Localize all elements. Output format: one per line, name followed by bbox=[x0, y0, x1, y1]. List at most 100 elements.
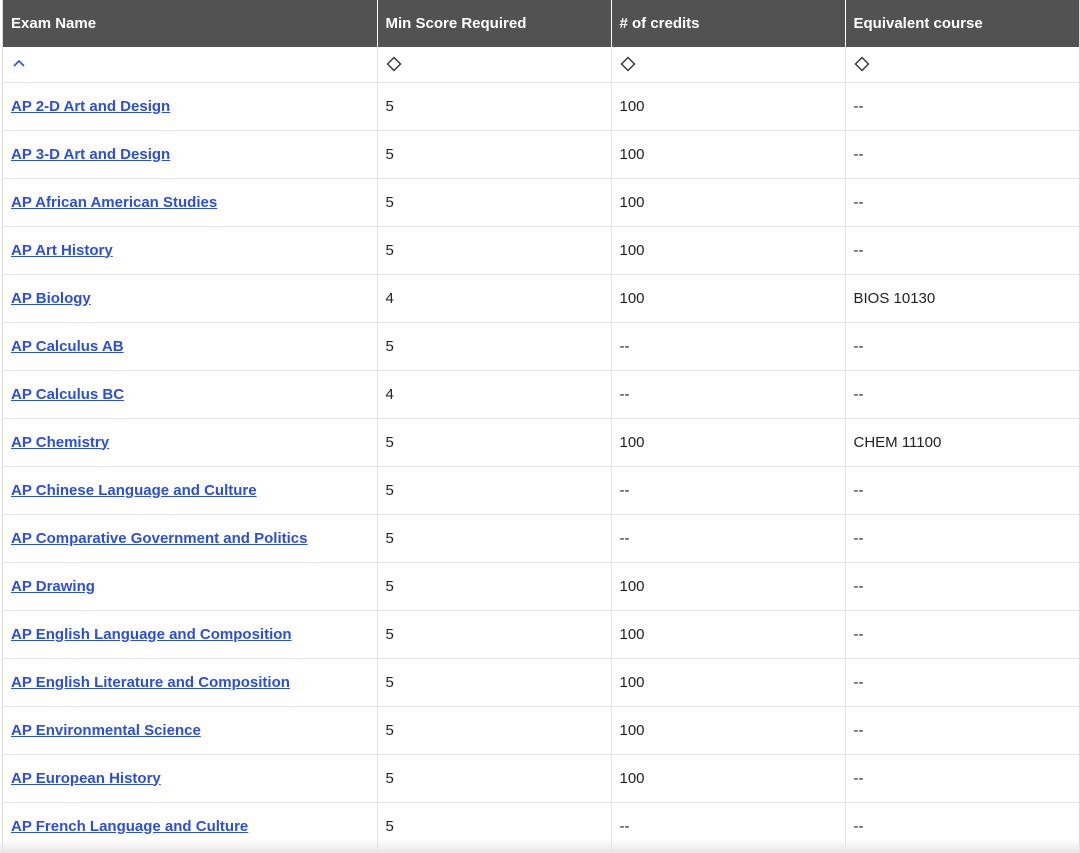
sort-cell-exam-name bbox=[3, 47, 378, 83]
equivalent-course-cell: CHEM 11100 bbox=[845, 418, 1079, 467]
column-header-credits: # of credits bbox=[611, 0, 846, 47]
exam-name-cell: AP Chemistry bbox=[3, 418, 378, 467]
equivalent-course-cell: -- bbox=[845, 658, 1079, 707]
credits-cell: 100 bbox=[611, 178, 846, 227]
exam-name-cell: AP Drawing bbox=[3, 562, 378, 611]
sort-icon[interactable] bbox=[386, 56, 402, 72]
min-score-cell: 5 bbox=[377, 466, 612, 515]
credits-cell: -- bbox=[611, 802, 846, 851]
exam-link[interactable]: AP Calculus AB bbox=[11, 338, 124, 355]
exam-link[interactable]: AP Chemistry bbox=[11, 434, 109, 451]
table-row: AP French Language and Culture 5 -- -- bbox=[3, 802, 1079, 851]
exam-link[interactable]: AP English Literature and Composition bbox=[11, 674, 290, 691]
exam-link[interactable]: AP 3-D Art and Design bbox=[11, 146, 170, 163]
exam-link[interactable]: AP Calculus BC bbox=[11, 386, 124, 403]
min-score-cell: 4 bbox=[377, 370, 612, 419]
min-score-cell: 5 bbox=[377, 754, 612, 803]
exam-name-cell: AP Calculus AB bbox=[3, 322, 378, 371]
sort-cell-equivalent-course bbox=[845, 47, 1079, 83]
exam-credit-table: Exam Name Min Score Required # of credit… bbox=[3, 0, 1079, 851]
credits-cell: 100 bbox=[611, 610, 846, 659]
exam-link[interactable]: AP Biology bbox=[11, 290, 91, 307]
exam-link[interactable]: AP French Language and Culture bbox=[11, 818, 248, 835]
min-score-cell: 5 bbox=[377, 802, 612, 851]
column-header-exam-name: Exam Name bbox=[3, 0, 378, 47]
credits-cell: 100 bbox=[611, 562, 846, 611]
exam-link[interactable]: AP 2-D Art and Design bbox=[11, 98, 170, 115]
min-score-cell: 5 bbox=[377, 82, 612, 131]
exam-name-cell: AP 2-D Art and Design bbox=[3, 82, 378, 131]
equivalent-course-cell: -- bbox=[845, 610, 1079, 659]
exam-link[interactable]: AP Drawing bbox=[11, 578, 95, 595]
table-row: AP Chinese Language and Culture 5 -- -- bbox=[3, 466, 1079, 515]
equivalent-course-cell: -- bbox=[845, 178, 1079, 227]
sort-cell-min-score bbox=[377, 47, 612, 83]
equivalent-course-cell: -- bbox=[845, 562, 1079, 611]
sort-cell-credits bbox=[611, 47, 846, 83]
min-score-cell: 5 bbox=[377, 658, 612, 707]
exam-name-cell: AP European History bbox=[3, 754, 378, 803]
credits-cell: -- bbox=[611, 322, 846, 371]
exam-name-cell: AP 3-D Art and Design bbox=[3, 130, 378, 179]
exam-link[interactable]: AP Comparative Government and Politics bbox=[11, 530, 307, 547]
sort-icon[interactable] bbox=[854, 56, 870, 72]
min-score-cell: 5 bbox=[377, 562, 612, 611]
credits-cell: 100 bbox=[611, 418, 846, 467]
exam-link[interactable]: AP English Language and Composition bbox=[11, 626, 292, 643]
exam-name-cell: AP Biology bbox=[3, 274, 378, 323]
sort-icon[interactable] bbox=[620, 56, 636, 72]
column-header-min-score: Min Score Required bbox=[377, 0, 612, 47]
chevron-up-icon[interactable] bbox=[11, 56, 27, 72]
exam-name-cell: AP Chinese Language and Culture bbox=[3, 466, 378, 515]
exam-name-cell: AP French Language and Culture bbox=[3, 802, 378, 851]
equivalent-course-cell: -- bbox=[845, 706, 1079, 755]
min-score-cell: 5 bbox=[377, 610, 612, 659]
exam-name-cell: AP Calculus BC bbox=[3, 370, 378, 419]
column-header-equivalent-course: Equivalent course bbox=[845, 0, 1079, 47]
credits-cell: 100 bbox=[611, 658, 846, 707]
table-row: AP Chemistry 5 100 CHEM 11100 bbox=[3, 418, 1079, 467]
exam-name-cell: AP Comparative Government and Politics bbox=[3, 514, 378, 563]
equivalent-course-cell: -- bbox=[845, 130, 1079, 179]
sort-controls-row bbox=[3, 47, 1079, 83]
equivalent-course-cell: -- bbox=[845, 226, 1079, 275]
exam-name-cell: AP Art History bbox=[3, 226, 378, 275]
equivalent-course-cell: -- bbox=[845, 82, 1079, 131]
table-row: AP Calculus AB 5 -- -- bbox=[3, 322, 1079, 371]
min-score-cell: 5 bbox=[377, 130, 612, 179]
exam-link[interactable]: AP Art History bbox=[11, 242, 113, 259]
min-score-cell: 5 bbox=[377, 226, 612, 275]
credits-cell: 100 bbox=[611, 82, 846, 131]
equivalent-course-cell: BIOS 10130 bbox=[845, 274, 1079, 323]
credits-cell: 100 bbox=[611, 226, 846, 275]
exam-link[interactable]: AP African American Studies bbox=[11, 194, 217, 211]
table-row: AP English Language and Composition 5 10… bbox=[3, 610, 1079, 659]
table-row: AP Biology 4 100 BIOS 10130 bbox=[3, 274, 1079, 323]
exam-link[interactable]: AP European History bbox=[11, 770, 161, 787]
equivalent-course-cell: -- bbox=[845, 754, 1079, 803]
min-score-cell: 5 bbox=[377, 514, 612, 563]
exam-credit-table-container: Exam Name Min Score Required # of credit… bbox=[2, 0, 1080, 853]
credits-cell: -- bbox=[611, 514, 846, 563]
equivalent-course-cell: -- bbox=[845, 370, 1079, 419]
table-row: AP 2-D Art and Design 5 100 -- bbox=[3, 82, 1079, 131]
exam-link[interactable]: AP Chinese Language and Culture bbox=[11, 482, 257, 499]
equivalent-course-cell: -- bbox=[845, 802, 1079, 851]
table-row: AP Calculus BC 4 -- -- bbox=[3, 370, 1079, 419]
min-score-cell: 4 bbox=[377, 274, 612, 323]
table-row: AP Art History 5 100 -- bbox=[3, 226, 1079, 275]
table-row: AP Environmental Science 5 100 -- bbox=[3, 706, 1079, 755]
table-row: AP African American Studies 5 100 -- bbox=[3, 178, 1079, 227]
credits-cell: 100 bbox=[611, 130, 846, 179]
exam-name-cell: AP English Literature and Composition bbox=[3, 658, 378, 707]
min-score-cell: 5 bbox=[377, 418, 612, 467]
equivalent-course-cell: -- bbox=[845, 466, 1079, 515]
min-score-cell: 5 bbox=[377, 706, 612, 755]
table-row: AP 3-D Art and Design 5 100 -- bbox=[3, 130, 1079, 179]
exam-link[interactable]: AP Environmental Science bbox=[11, 722, 201, 739]
table-row: AP Comparative Government and Politics 5… bbox=[3, 514, 1079, 563]
exam-name-cell: AP Environmental Science bbox=[3, 706, 378, 755]
min-score-cell: 5 bbox=[377, 178, 612, 227]
credits-cell: 100 bbox=[611, 274, 846, 323]
credits-cell: 100 bbox=[611, 706, 846, 755]
